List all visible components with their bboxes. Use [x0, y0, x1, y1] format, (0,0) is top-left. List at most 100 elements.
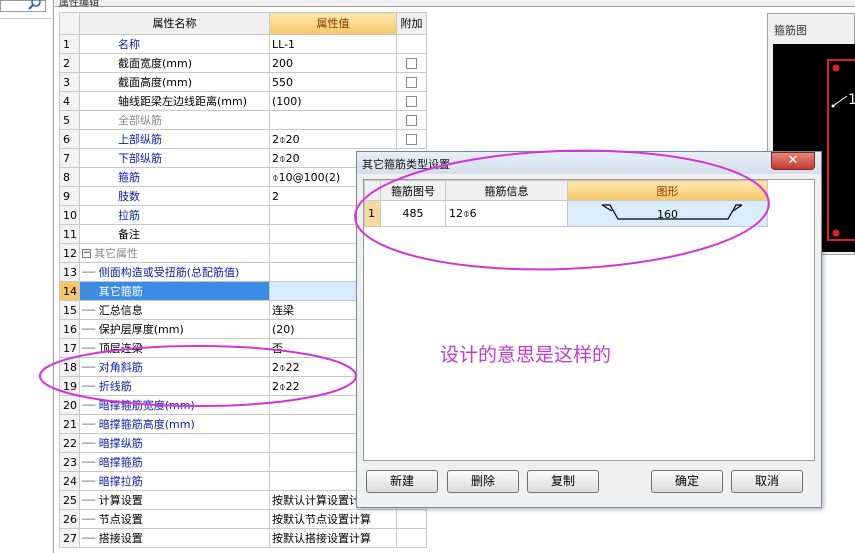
property-value-cell[interactable]: 200 [269, 53, 397, 73]
property-name-cell[interactable]: ── 暗撑箍筋高度(mm) [79, 414, 270, 434]
table-row[interactable]: 6 上部纵筋 2⌽20 [59, 129, 427, 149]
extra-checkbox[interactable] [406, 96, 417, 107]
tree-line-icon: ── [82, 531, 99, 545]
row-number: 6 [59, 129, 80, 149]
row-number: 9 [59, 186, 80, 206]
property-name-cell[interactable]: ── 暗撑纵筋 [79, 433, 270, 453]
row-number: 19 [59, 376, 80, 396]
property-value-cell[interactable]: 按默认搭接设置计算 [269, 528, 397, 548]
copy-button[interactable]: 复制 [527, 470, 599, 493]
property-name-cell[interactable]: ── 对角斜筋 [79, 357, 270, 377]
property-name: 下部纵筋 [118, 151, 162, 165]
property-value-cell[interactable] [269, 110, 397, 130]
row-number: 13 [59, 262, 80, 282]
property-name-cell[interactable]: 轴线距梁左边线距离(mm) [79, 91, 270, 111]
stirrup-table-header: 箍筋图号 箍筋信息 图形 [364, 180, 768, 201]
header-stirrup-shape[interactable]: 图形 [567, 180, 768, 201]
property-name: 暗撑拉筋 [98, 474, 143, 488]
header-stirrup-info[interactable]: 箍筋信息 [445, 180, 568, 201]
property-name-cell[interactable]: ── 节点设置 [79, 509, 270, 529]
tree-line-icon: ── [82, 379, 99, 393]
property-name: 上部纵筋 [118, 132, 162, 146]
property-name-cell[interactable]: − 其它属性 [79, 243, 270, 263]
search-icon[interactable] [27, 0, 43, 11]
cancel-button[interactable]: 取消 [731, 470, 803, 493]
extra-checkbox[interactable] [406, 134, 417, 145]
tree-line-icon: ── [82, 303, 99, 317]
stirrup-info-cell[interactable]: 12⌽6 [445, 200, 568, 227]
property-name-cell[interactable]: ── 顶层连梁 [79, 338, 270, 358]
stirrup-code-cell[interactable]: 485 [380, 200, 446, 227]
rebar-dot-bottom [832, 229, 840, 237]
header-value[interactable]: 属性值 [269, 12, 397, 35]
property-value-cell[interactable]: 2⌽20 [269, 129, 397, 149]
property-name-cell[interactable]: ── 暗撑箍筋宽度(mm) [79, 395, 270, 415]
header-extra[interactable]: 附加 [396, 12, 427, 35]
collapse-icon[interactable]: − [82, 249, 91, 258]
row-number: 26 [59, 509, 80, 529]
row-number: 15 [59, 300, 80, 320]
table-row[interactable]: 1 名称 LL-1 [59, 34, 427, 54]
table-row[interactable]: 5 全部纵筋 [59, 110, 427, 130]
property-value-cell[interactable]: (100) [269, 91, 397, 111]
property-value-cell[interactable]: 550 [269, 72, 397, 92]
extra-checkbox[interactable] [406, 58, 417, 69]
table-row[interactable]: 4 轴线距梁左边线距离(mm) (100) [59, 91, 427, 111]
table-row[interactable]: 3 截面高度(mm) 550 [59, 72, 427, 92]
stirrup-shape-value[interactable]: 160 [657, 208, 678, 221]
property-name-cell[interactable]: ── 搭接设置 [79, 528, 270, 548]
row-number: 27 [59, 528, 80, 548]
ok-button[interactable]: 确定 [651, 470, 723, 493]
property-name-cell[interactable]: ── 其它箍筋 [79, 281, 270, 301]
property-name-cell[interactable]: 截面高度(mm) [79, 72, 270, 92]
property-name-cell[interactable]: 肢数 [79, 186, 270, 206]
property-name: 截面高度(mm) [118, 75, 193, 89]
header-name[interactable]: 属性名称 [79, 12, 270, 35]
row-number: 1 [59, 34, 80, 54]
tree-line-icon: ── [82, 512, 99, 526]
property-name-cell[interactable]: 名称 [79, 34, 270, 54]
table-row[interactable]: 27 ── 搭接设置 按默认搭接设置计算 [59, 528, 427, 548]
tree-line-icon: ── [82, 341, 99, 355]
tree-line-icon: ── [82, 265, 99, 279]
property-name-cell[interactable]: ── 折线筋 [79, 376, 270, 396]
new-button[interactable]: 新建 [366, 470, 438, 493]
extra-checkbox[interactable] [406, 77, 417, 88]
stirrup-shape-cell[interactable]: 160 [567, 200, 768, 227]
property-name-cell[interactable]: ── 保护层厚度(mm) [79, 319, 270, 339]
dimension-dot [831, 104, 835, 108]
property-name-cell[interactable]: 下部纵筋 [79, 148, 270, 168]
property-name-cell[interactable]: ── 暗撑箍筋 [79, 452, 270, 472]
property-name-cell[interactable]: ── 暗撑拉筋 [79, 471, 270, 491]
property-extra-cell [396, 110, 427, 130]
table-row[interactable]: 26 ── 节点设置 按默认节点设置计算 [59, 509, 427, 529]
property-name-cell[interactable]: 全部纵筋 [79, 110, 270, 130]
delete-button[interactable]: 删除 [447, 470, 519, 493]
table-row[interactable]: 1 485 12⌽6 160 [364, 200, 768, 227]
property-name-cell[interactable]: 上部纵筋 [79, 129, 270, 149]
row-number: 21 [59, 414, 80, 434]
property-value-cell[interactable]: 按默认节点设置计算 [269, 509, 397, 529]
table-row[interactable]: 2 截面宽度(mm) 200 [59, 53, 427, 73]
row-number: 7 [59, 148, 80, 168]
property-name-cell[interactable]: 箍筋 [79, 167, 270, 187]
property-name-cell[interactable]: ── 计算设置 [79, 490, 270, 510]
property-name: 折线筋 [98, 379, 132, 393]
stirrup-outline [827, 59, 855, 241]
property-value-cell[interactable]: LL-1 [269, 34, 397, 54]
extra-checkbox[interactable] [406, 115, 417, 126]
property-name-cell[interactable]: ── 侧面构造或受扭筋(总配筋值) [79, 262, 270, 282]
row-number: 16 [59, 319, 80, 339]
property-extra-cell [396, 34, 427, 54]
property-name-cell[interactable]: 截面宽度(mm) [79, 53, 270, 73]
property-tab[interactable]: 属性编辑 [55, 0, 855, 9]
dimension-label: 1 [848, 92, 855, 108]
property-name-cell[interactable]: 备注 [79, 224, 270, 244]
close-button[interactable]: ✕ [771, 152, 815, 170]
property-name-cell[interactable]: 拉筋 [79, 205, 270, 225]
property-name-cell[interactable]: ── 汇总信息 [79, 300, 270, 320]
dialog-titlebar[interactable]: 其它箍筋类型设置 ✕ [357, 152, 821, 174]
row-number: 22 [59, 433, 80, 453]
header-stirrup-code[interactable]: 箍筋图号 [380, 180, 446, 201]
row-number: 3 [59, 72, 80, 92]
